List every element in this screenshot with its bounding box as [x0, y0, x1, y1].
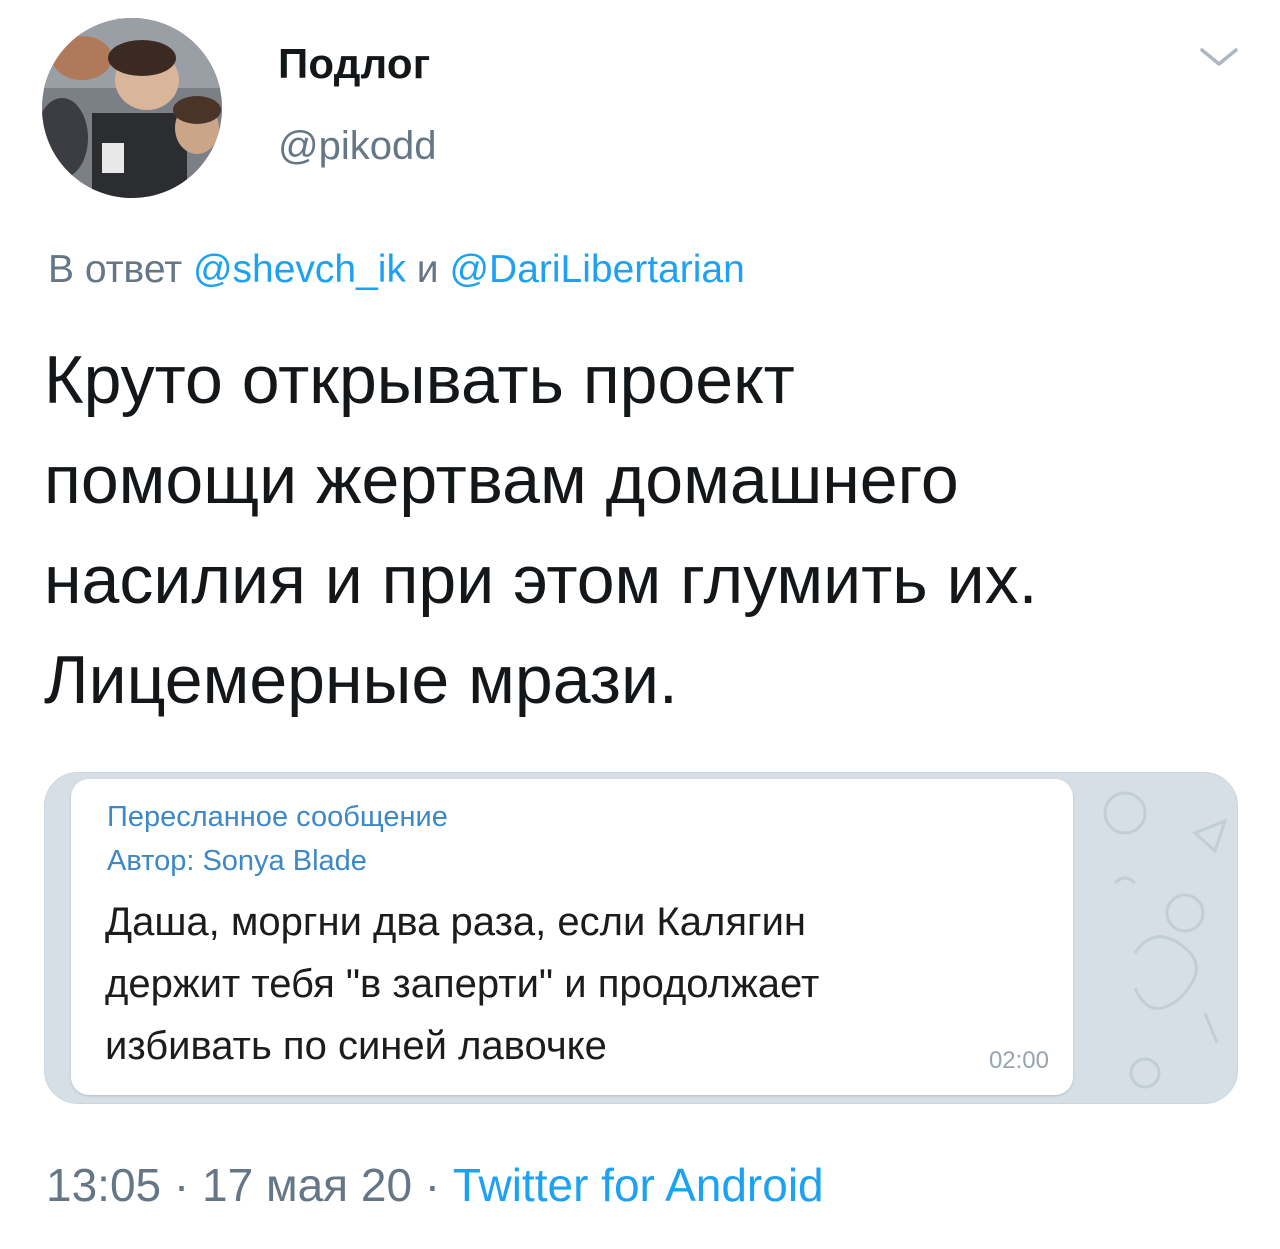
display-name[interactable]: Подлог — [278, 40, 430, 88]
forwarded-label: Пересланное сообщение — [107, 801, 448, 833]
user-handle[interactable]: @pikodd — [278, 124, 436, 169]
tweet-text-line: насилия и при этом глумить их. — [44, 542, 1038, 618]
tweet-text: Круто открывать проект помощи жертвам до… — [44, 330, 1244, 730]
message-text: Даша, моргни два раза, если Калягин держ… — [105, 891, 1045, 1077]
reply-context: В ответ @shevch_ik и @DariLibertarian — [48, 248, 745, 292]
message-bubble: Пересланное сообщение Автор: Sonya Blade… — [71, 779, 1073, 1095]
tweet-text-line: Круто открывать проект — [44, 342, 795, 418]
tweet-source-link[interactable]: Twitter for Android — [453, 1159, 824, 1211]
footer-separator: · — [161, 1159, 203, 1211]
tweet-text-line: помощи жертвам домашнего — [44, 442, 959, 518]
message-line: держит тебя "в заперти" и продолжает — [105, 962, 820, 1006]
reply-conjunction: и — [416, 248, 439, 291]
reply-prefix: В ответ — [48, 248, 183, 291]
mention-link-1[interactable]: @shevch_ik — [193, 248, 406, 291]
tweet-footer: 13:05 · 17 мая 20 · Twitter for Android — [46, 1158, 824, 1212]
message-line: Даша, моргни два раза, если Калягин — [105, 900, 806, 944]
forwarded-author: Автор: Sonya Blade — [107, 845, 367, 877]
message-time: 02:00 — [988, 1047, 1049, 1074]
chevron-down-icon[interactable] — [1196, 42, 1242, 72]
avatar-photo — [42, 18, 222, 198]
mention-link-2[interactable]: @DariLibertarian — [449, 248, 744, 291]
tweet-text-line: Лицемерные мрази. — [44, 642, 678, 718]
footer-separator: · — [412, 1159, 453, 1211]
avatar[interactable] — [42, 18, 222, 198]
message-line: избивать по синей лавочке — [105, 1024, 607, 1068]
tweet-time[interactable]: 13:05 — [46, 1159, 161, 1211]
tweet-media-image[interactable]: Пересланное сообщение Автор: Sonya Blade… — [44, 772, 1238, 1104]
tweet-date[interactable]: 17 мая 20 — [202, 1159, 412, 1211]
